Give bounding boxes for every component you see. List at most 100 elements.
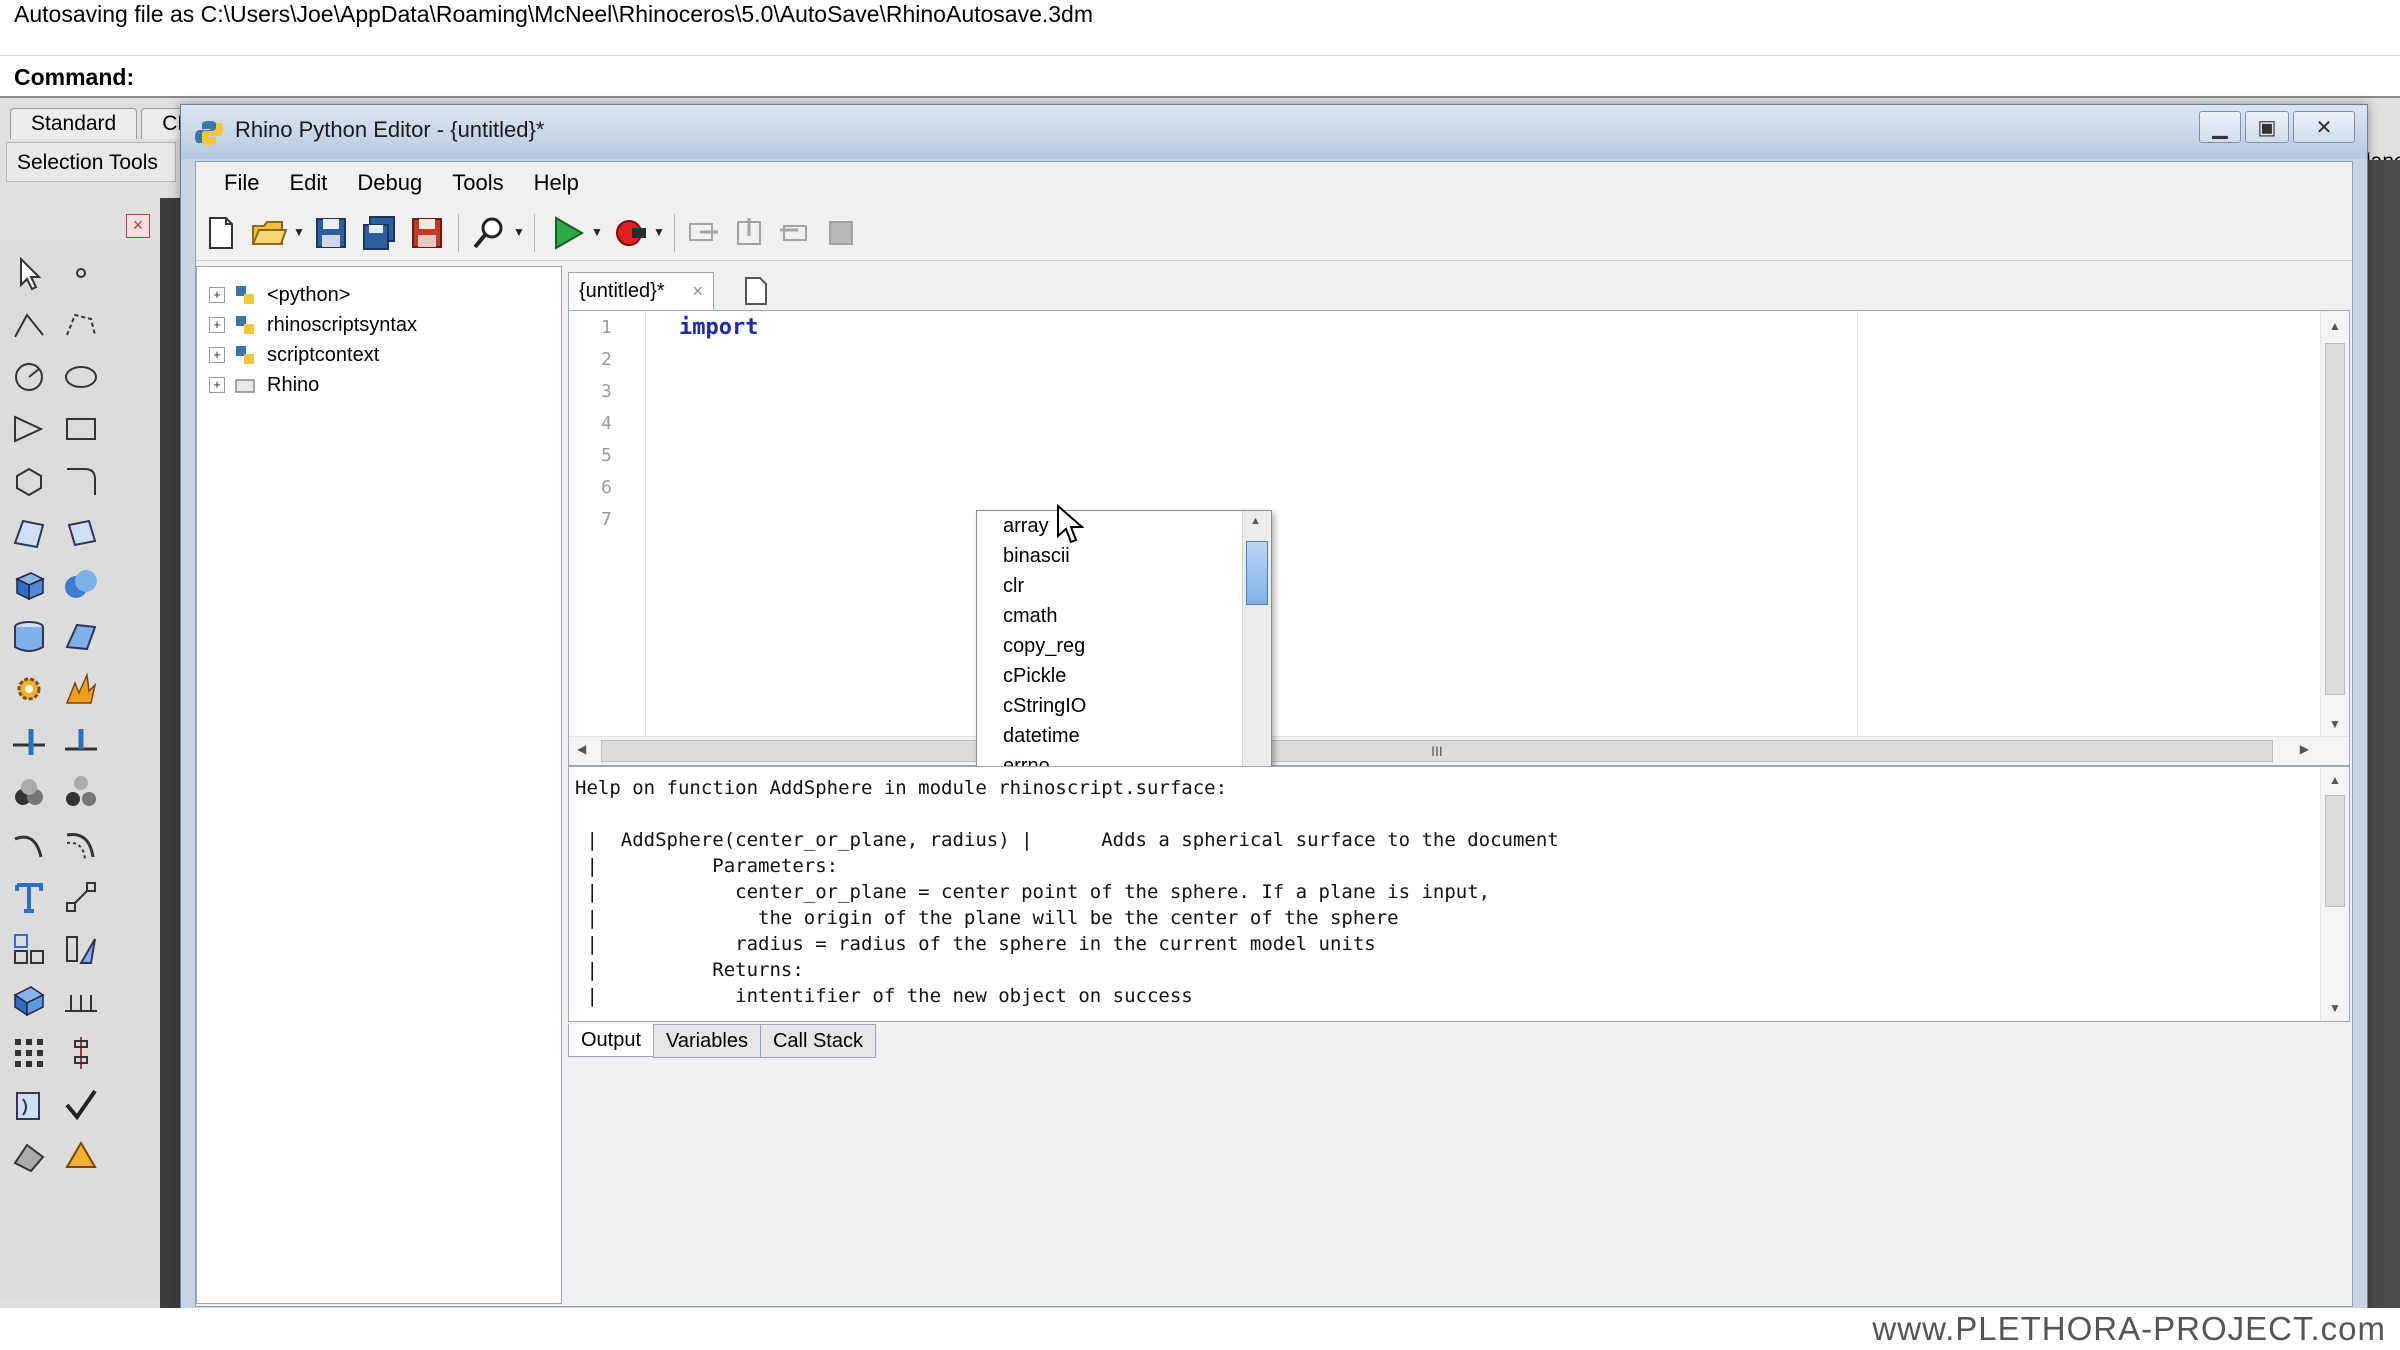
tab-call-stack[interactable]: Call Stack <box>759 1024 876 1058</box>
run-icon[interactable] <box>546 212 588 254</box>
menu-debug[interactable]: Debug <box>347 162 442 204</box>
tree-item-python[interactable]: + <python> <box>209 281 350 309</box>
surface-edge-icon[interactable] <box>58 510 104 556</box>
planar-surface-icon[interactable] <box>58 614 104 660</box>
group-icon[interactable] <box>6 770 52 816</box>
box-icon[interactable] <box>6 562 52 608</box>
maximize-button[interactable]: ▣ <box>2245 111 2289 143</box>
layout-icon[interactable] <box>6 978 52 1024</box>
save-all-icon[interactable] <box>358 212 400 254</box>
step-into-icon[interactable] <box>728 212 770 254</box>
tab-standard[interactable]: Standard <box>10 108 138 139</box>
autocomplete-item[interactable]: copy_reg <box>1003 631 1085 661</box>
open-dropdown-icon[interactable]: ▼ <box>292 222 306 242</box>
array-linear-icon[interactable] <box>58 978 104 1024</box>
polygon-icon[interactable] <box>6 458 52 504</box>
title-bar[interactable]: Rhino Python Editor - {untitled}* ▁ ▣ ✕ <box>181 105 2367 159</box>
offset-curve-icon[interactable] <box>58 822 104 868</box>
stop-icon[interactable] <box>820 212 862 254</box>
cylinder-icon[interactable] <box>6 614 52 660</box>
close-icon[interactable]: × <box>126 214 150 238</box>
run-dropdown-icon[interactable]: ▼ <box>590 222 604 242</box>
scroll-down-icon[interactable]: ▼ <box>2329 1001 2341 1015</box>
tab-variables[interactable]: Variables <box>653 1024 761 1058</box>
help-vertical-scrollbar[interactable]: ▲ ▼ <box>2320 767 2349 1021</box>
tree-item-scriptcontext[interactable]: + scriptcontext <box>209 341 379 369</box>
scroll-up-icon[interactable]: ▲ <box>1250 515 1261 527</box>
expand-icon[interactable]: + <box>209 347 225 363</box>
tab-output[interactable]: Output <box>568 1024 655 1057</box>
tab-untitled[interactable]: {untitled}* × <box>568 272 714 310</box>
ungroup-icon[interactable] <box>58 770 104 816</box>
grid-array-icon[interactable] <box>6 1030 52 1076</box>
mirror-icon[interactable] <box>58 926 104 972</box>
scroll-thumb[interactable] <box>2325 795 2345 907</box>
menu-tools[interactable]: Tools <box>442 162 523 204</box>
arc-icon[interactable] <box>6 406 52 452</box>
scroll-up-icon[interactable]: ▲ <box>2329 773 2341 787</box>
check-icon[interactable] <box>58 1082 104 1128</box>
menu-help[interactable]: Help <box>524 162 599 204</box>
text-icon[interactable] <box>6 874 52 920</box>
code-horizontal-scrollbar[interactable]: ◀ III ▶ <box>569 736 2349 765</box>
select-arrow-icon[interactable] <box>6 250 52 296</box>
tree-item-rhinoscriptsyntax[interactable]: + rhinoscriptsyntax <box>209 311 417 339</box>
analyze-icon[interactable] <box>6 1082 52 1128</box>
debug-dropdown-icon[interactable]: ▼ <box>652 222 666 242</box>
autocomplete-item[interactable]: cStringIO <box>1003 691 1086 721</box>
dimension-icon[interactable] <box>58 874 104 920</box>
autocomplete-item[interactable]: clr <box>1003 571 1024 601</box>
scroll-thumb[interactable] <box>2325 343 2345 695</box>
close-button[interactable]: ✕ <box>2293 111 2355 143</box>
new-file-icon[interactable] <box>200 212 242 254</box>
step-over-icon[interactable] <box>682 212 724 254</box>
rectangle-icon[interactable] <box>58 406 104 452</box>
point-icon[interactable] <box>58 250 104 296</box>
search-dropdown-icon[interactable]: ▼ <box>512 222 526 242</box>
light-icon[interactable] <box>58 1134 104 1180</box>
scroll-down-icon[interactable]: ▼ <box>2329 717 2341 731</box>
render-icon[interactable] <box>6 1134 52 1180</box>
selection-tools-button[interactable]: Selection Tools <box>6 142 176 182</box>
expand-icon[interactable]: + <box>209 377 225 393</box>
code-editor[interactable]: 1 2 3 4 5 6 7 import ▲ ▼ ◀ III ▶ <box>568 310 2350 766</box>
command-line[interactable]: Command: <box>0 56 2400 98</box>
boolean-union-icon[interactable] <box>58 562 104 608</box>
scroll-right-icon[interactable]: ▶ <box>2300 742 2309 756</box>
autocomplete-item[interactable]: array <box>1003 511 1049 541</box>
explode-icon[interactable] <box>58 666 104 712</box>
trim-icon[interactable] <box>6 718 52 764</box>
surface-points-icon[interactable] <box>6 510 52 556</box>
scroll-up-icon[interactable]: ▲ <box>2329 319 2341 333</box>
tree-item-rhino[interactable]: + Rhino <box>209 371 319 399</box>
ellipse-icon[interactable] <box>58 354 104 400</box>
scroll-left-icon[interactable]: ◀ <box>577 742 586 756</box>
gear-icon[interactable] <box>6 666 52 712</box>
split-icon[interactable] <box>58 718 104 764</box>
new-tab-icon[interactable] <box>736 274 774 308</box>
expand-icon[interactable]: + <box>209 317 225 333</box>
record-icon[interactable] <box>608 212 650 254</box>
save-icon[interactable] <box>310 212 352 254</box>
autocomplete-item[interactable]: datetime <box>1003 721 1080 751</box>
expand-icon[interactable]: + <box>209 287 225 303</box>
curve-from-object-icon[interactable] <box>6 822 52 868</box>
help-output-pane[interactable]: Help on function AddSphere in module rhi… <box>568 766 2350 1022</box>
open-folder-icon[interactable] <box>248 212 290 254</box>
menu-edit[interactable]: Edit <box>279 162 347 204</box>
transform-icon[interactable] <box>6 926 52 972</box>
autocomplete-item[interactable]: cmath <box>1003 601 1057 631</box>
autocomplete-item[interactable]: cPickle <box>1003 661 1066 691</box>
minimize-button[interactable]: ▁ <box>2199 111 2241 143</box>
search-icon[interactable] <box>468 212 510 254</box>
polyline-icon[interactable] <box>6 302 52 348</box>
step-out-icon[interactable] <box>774 212 816 254</box>
array-curve-icon[interactable] <box>58 1030 104 1076</box>
save-as-icon[interactable] <box>406 212 448 254</box>
scroll-thumb[interactable] <box>1246 541 1268 605</box>
circle-icon[interactable] <box>6 354 52 400</box>
curve-cv-icon[interactable] <box>58 302 104 348</box>
code-vertical-scrollbar[interactable]: ▲ ▼ <box>2320 311 2349 765</box>
fillet-icon[interactable] <box>58 458 104 504</box>
close-tab-icon[interactable]: × <box>692 273 703 309</box>
